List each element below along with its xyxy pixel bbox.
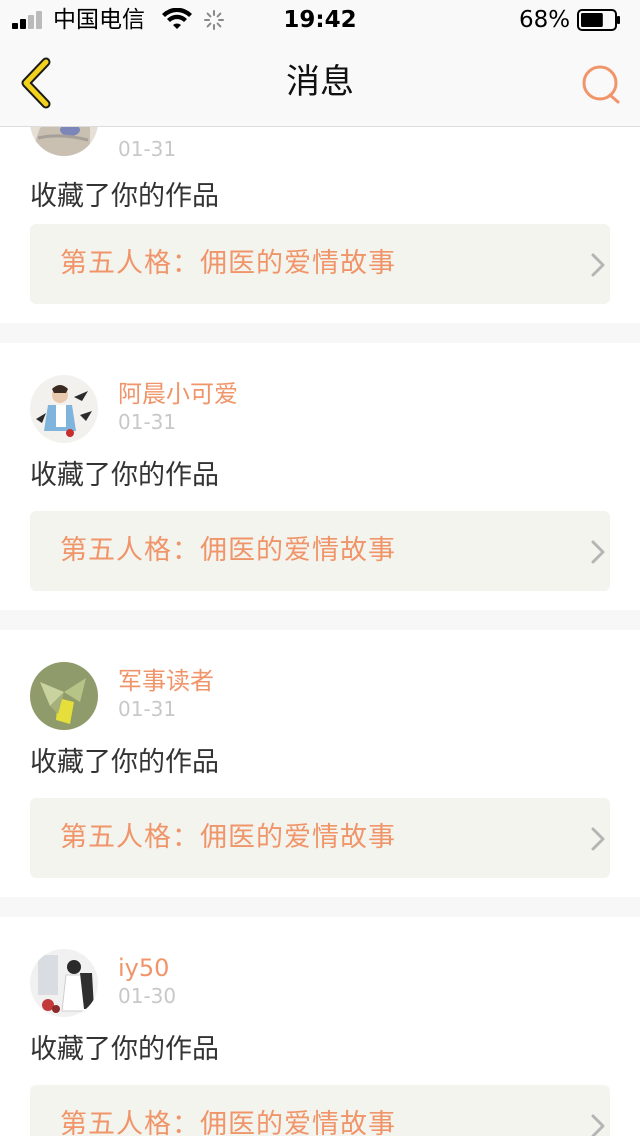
work-link[interactable]: 第五人格：佣医的爱情故事 (30, 798, 610, 878)
message-date: 01-30 (118, 984, 177, 1008)
work-title: 第五人格：佣医的爱情故事 (60, 535, 396, 566)
work-title: 第五人格：佣医的爱情故事 (60, 248, 396, 279)
action-text: 收藏了你的作品 (30, 460, 219, 491)
work-link[interactable]: 第五人格：佣医的爱情故事 (30, 224, 610, 304)
username[interactable]: 阿晨小可爱 (118, 379, 238, 409)
message-date: 01-31 (118, 697, 177, 721)
page-title: 消息 (286, 62, 354, 102)
message-card: iy50 01-30 收藏了你的作品 第五人格：佣医的爱情故事 (0, 917, 640, 1136)
chevron-right-icon (591, 827, 605, 851)
action-text: 收藏了你的作品 (30, 747, 219, 778)
battery-icon (577, 9, 620, 31)
chevron-right-icon (591, 540, 605, 564)
avatar[interactable] (30, 375, 98, 443)
work-title: 第五人格：佣医的爱情故事 (60, 1109, 396, 1136)
action-text: 收藏了你的作品 (30, 181, 219, 212)
work-link[interactable]: 第五人格：佣医的爱情故事 (30, 511, 610, 591)
work-link[interactable]: 第五人格：佣医的爱情故事 (30, 1085, 610, 1136)
message-date: 01-31 (118, 410, 177, 434)
message-list[interactable]: 01-31 收藏了你的作品 第五人格：佣医的爱情故事 阿晨小可爱 01-31 收… (0, 127, 640, 1136)
avatar[interactable] (30, 662, 98, 730)
battery-percentage: 68% (519, 7, 571, 33)
message-card: 阿晨小可爱 01-31 收藏了你的作品 第五人格：佣医的爱情故事 (0, 343, 640, 610)
message-card: 01-31 收藏了你的作品 第五人格：佣医的爱情故事 (0, 127, 640, 323)
work-title: 第五人格：佣医的爱情故事 (60, 822, 396, 853)
message-card: 军事读者 01-31 收藏了你的作品 第五人格：佣医的爱情故事 (0, 630, 640, 897)
action-text: 收藏了你的作品 (30, 1034, 219, 1065)
search-icon (582, 65, 620, 104)
username[interactable]: 军事读者 (118, 666, 214, 696)
search-button[interactable] (578, 62, 622, 106)
message-date: 01-31 (118, 137, 177, 161)
status-bar: 中国电信 19:42 68% (0, 0, 640, 40)
chevron-right-icon (591, 1114, 605, 1136)
username[interactable]: iy50 (118, 953, 169, 983)
chevron-right-icon (591, 253, 605, 277)
avatar[interactable] (30, 949, 98, 1017)
nav-bar: 消息 (0, 40, 640, 127)
avatar[interactable] (30, 127, 98, 156)
